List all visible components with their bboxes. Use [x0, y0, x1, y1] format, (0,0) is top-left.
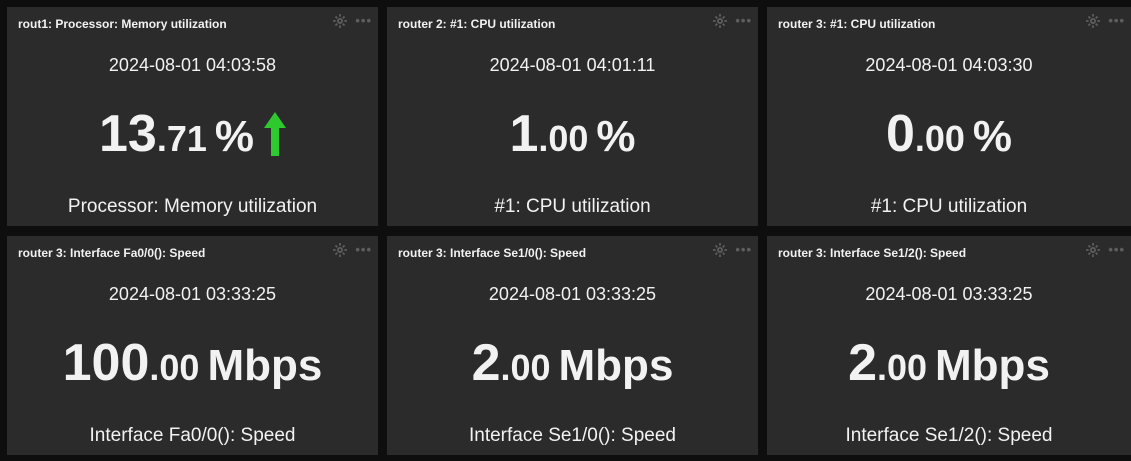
value-decimal: .00: [500, 347, 551, 388]
widget-value: 2 .00 Mbps: [767, 333, 1131, 393]
value-unit: %: [214, 112, 254, 161]
value-decimal: .00: [914, 118, 965, 159]
gear-icon[interactable]: [713, 14, 728, 28]
widget-actions: •••: [1086, 14, 1125, 28]
widget-timestamp: 2024-08-01 04:01:11: [489, 55, 656, 75]
widget-timestamp: 2024-08-01 03:33:25: [108, 284, 277, 304]
widget-timestamp: 2024-08-01 03:33:25: [865, 284, 1033, 304]
gear-icon[interactable]: [1086, 14, 1101, 28]
widget-title: router 2: #1: CPU utilization: [398, 17, 556, 31]
value-integer: 2: [848, 334, 877, 392]
value-unit: Mbps: [935, 341, 1050, 390]
widget-header[interactable]: router 3: Interface Se1/2(): Speed •••: [767, 236, 1131, 262]
widget-header[interactable]: router 3: Interface Fa0/0(): Speed •••: [7, 236, 378, 262]
value-decimal: .00: [538, 118, 589, 159]
value-unit: Mbps: [558, 341, 674, 390]
widget-description: Interface Se1/2(): Speed: [845, 425, 1053, 446]
widget-value: 2 .00 Mbps: [387, 333, 758, 393]
item-value-widget[interactable]: rout1: Processor: Memory utilization •••…: [7, 7, 378, 226]
gear-icon[interactable]: [333, 14, 348, 28]
value-decimal: .00: [876, 347, 928, 388]
more-icon[interactable]: •••: [1108, 14, 1125, 27]
item-value-widget[interactable]: router 3: Interface Se1/2(): Speed ••• 2…: [767, 236, 1131, 455]
value-integer: 2: [471, 334, 501, 392]
widget-description: #1: CPU utilization: [494, 196, 651, 217]
widget-timestamp: 2024-08-01 04:03:30: [865, 55, 1033, 75]
widget-description: Interface Se1/0(): Speed: [468, 425, 676, 446]
widget-title: rout1: Processor: Memory utilization: [18, 17, 227, 31]
widget-timestamp: 2024-08-01 03:33:25: [488, 284, 657, 304]
item-value-widget[interactable]: router 2: #1: CPU utilization ••• 2024-0…: [387, 7, 758, 226]
widget-value: 13 .71 %: [7, 104, 378, 164]
item-value-widget[interactable]: router 3: Interface Se1/0(): Speed ••• 2…: [387, 236, 758, 455]
widget-title: router 3: Interface Se1/2(): Speed: [778, 246, 967, 260]
item-value-widget[interactable]: router 3: Interface Fa0/0(): Speed ••• 2…: [7, 236, 378, 455]
value-decimal: .71: [156, 118, 207, 159]
widget-timestamp: 2024-08-01 04:03:58: [108, 55, 277, 75]
value-unit: %: [596, 112, 636, 161]
widget-description: Interface Fa0/0(): Speed: [89, 425, 296, 446]
widget-actions: •••: [333, 243, 372, 257]
widget-header[interactable]: router 3: #1: CPU utilization •••: [767, 7, 1131, 33]
more-icon[interactable]: •••: [735, 14, 752, 27]
widget-header[interactable]: rout1: Processor: Memory utilization •••: [7, 7, 378, 33]
widget-value: 100 .00 Mbps: [7, 333, 378, 393]
gear-icon[interactable]: [333, 243, 348, 257]
widget-description: #1: CPU utilization: [870, 196, 1028, 217]
widget-actions: •••: [713, 14, 752, 28]
widget-title: router 3: Interface Fa0/0(): Speed: [18, 246, 206, 260]
more-icon[interactable]: •••: [735, 243, 752, 256]
widget-actions: •••: [1086, 243, 1125, 257]
item-value-widget[interactable]: router 3: #1: CPU utilization ••• 2024-0…: [767, 7, 1131, 226]
gear-icon[interactable]: [713, 243, 728, 257]
more-icon[interactable]: •••: [355, 14, 372, 27]
widget-title: router 3: #1: CPU utilization: [778, 17, 936, 31]
value-unit: Mbps: [207, 341, 323, 390]
gear-icon[interactable]: [1086, 243, 1101, 257]
widget-value: 0 .00 %: [767, 104, 1131, 164]
arrow-up-icon: [264, 112, 286, 156]
value-integer: 100: [62, 334, 150, 392]
value-integer: 13: [98, 105, 157, 163]
value-integer: 1: [509, 105, 539, 163]
value-decimal: .00: [149, 347, 200, 388]
widget-value: 1 .00 %: [387, 104, 758, 164]
widget-header[interactable]: router 3: Interface Se1/0(): Speed •••: [387, 236, 758, 262]
widget-actions: •••: [333, 14, 372, 28]
dashboard-grid: rout1: Processor: Memory utilization •••…: [0, 0, 1131, 461]
more-icon[interactable]: •••: [1108, 243, 1125, 256]
value-integer: 0: [885, 105, 915, 163]
widget-header[interactable]: router 2: #1: CPU utilization •••: [387, 7, 758, 33]
widget-description: Processor: Memory utilization: [67, 196, 318, 217]
widget-actions: •••: [713, 243, 752, 257]
widget-title: router 3: Interface Se1/0(): Speed: [398, 246, 587, 260]
value-unit: %: [972, 112, 1013, 161]
more-icon[interactable]: •••: [355, 243, 372, 256]
